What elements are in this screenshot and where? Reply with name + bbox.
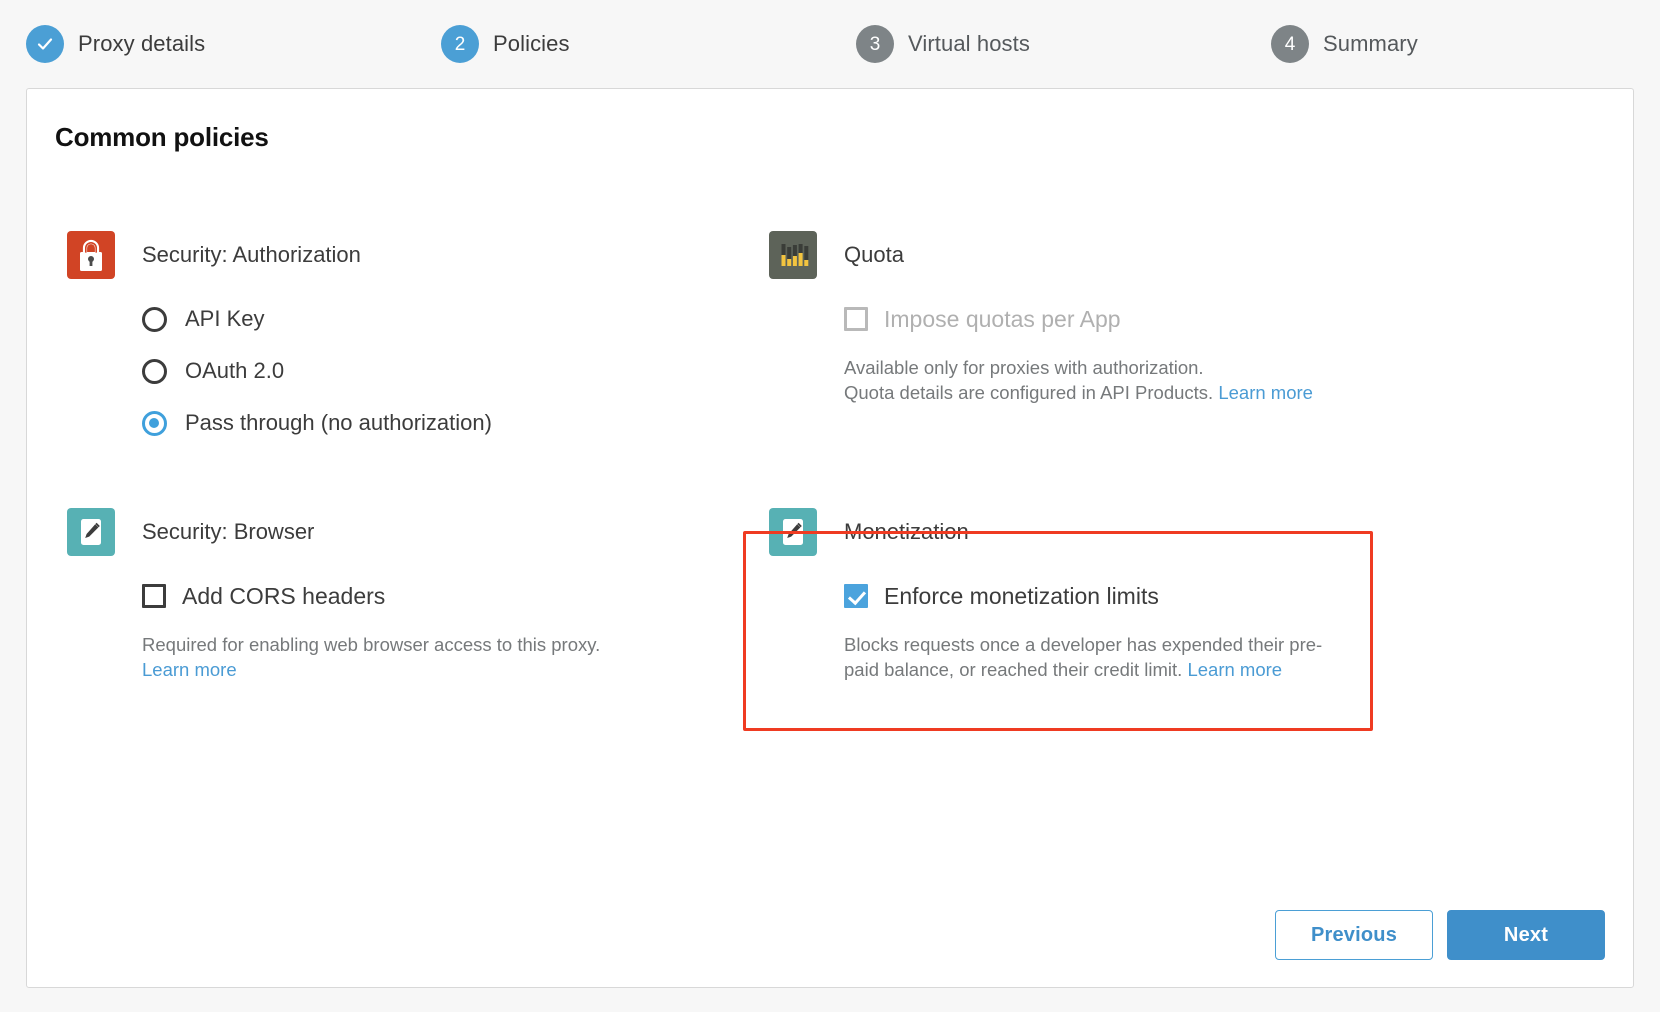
policies-card: Common policies Security: Authorization [26,88,1634,988]
step-2-badge: 2 [441,25,479,63]
step-1-label: Proxy details [78,31,205,57]
radio-option-oauth[interactable]: OAuth 2.0 [142,345,492,397]
policy-name: Monetization [844,519,969,545]
checkbox-indicator[interactable] [142,584,166,608]
step-3-badge: 3 [856,25,894,63]
browser-options: Add CORS headers Required for enabling w… [142,570,600,682]
policy-header: Monetization [769,508,1322,556]
monetization-learn-more-link[interactable]: Learn more [1187,659,1282,680]
policy-header: Security: Browser [67,508,600,556]
checkbox-label: Impose quotas per App [884,306,1121,333]
radio-option-pass-through[interactable]: Pass through (no authorization) [142,397,492,449]
step-3-label: Virtual hosts [908,31,1030,57]
authorization-options: API Key OAuth 2.0 Pass through (no autho… [142,293,492,449]
policy-name: Security: Browser [142,519,314,545]
checkbox-label: Enforce monetization limits [884,583,1159,610]
radio-indicator[interactable] [142,359,167,384]
checkbox-add-cors-headers[interactable]: Add CORS headers [142,570,600,622]
checkbox-indicator[interactable] [844,584,868,608]
quota-helper-line-2: Quota details are configured in API Prod… [844,382,1213,403]
next-button[interactable]: Next [1447,910,1605,960]
radio-option-api-key[interactable]: API Key [142,293,492,345]
policy-quota: Quota Impose quotas per App Available on… [769,231,1313,405]
bar-meter-icon [769,231,817,279]
radio-indicator[interactable] [142,411,167,436]
wizard-footer: Previous Next [1275,910,1605,960]
page-title: Common policies [55,122,1633,153]
radio-label: Pass through (no authorization) [185,410,492,436]
checkbox-label: Add CORS headers [182,583,385,610]
step-4-badge: 4 [1271,25,1309,63]
step-4-label: Summary [1323,31,1418,57]
policy-security-browser: Security: Browser Add CORS headers Requi… [67,508,600,682]
pencil-icon [67,508,115,556]
monetization-helper-text: Blocks requests once a developer has exp… [844,632,1322,682]
pencil-icon [769,508,817,556]
radio-indicator[interactable] [142,307,167,332]
monetization-helper-line-1: Blocks requests once a developer has exp… [844,634,1322,655]
policy-monetization: Monetization Enforce monetization limits… [769,508,1322,682]
radio-label: API Key [185,306,264,332]
quota-helper-line-1: Available only for proxies with authoriz… [844,357,1204,378]
quota-learn-more-link[interactable]: Learn more [1218,382,1313,403]
step-1-badge [26,25,64,63]
policy-header: Quota [769,231,1313,279]
previous-button[interactable]: Previous [1275,910,1433,960]
lock-icon [67,231,115,279]
policy-security-authorization: Security: Authorization API Key OAuth 2.… [67,231,492,449]
wizard-stepper: Proxy details 2 Policies 3 Virtual hosts… [0,0,1660,88]
browser-learn-more-link[interactable]: Learn more [142,659,237,680]
checkbox-enforce-monetization-limits[interactable]: Enforce monetization limits [844,570,1322,622]
step-virtual-hosts[interactable]: 3 Virtual hosts [830,25,1245,63]
step-proxy-details[interactable]: Proxy details [0,25,415,63]
browser-helper-line-1: Required for enabling web browser access… [142,634,600,655]
check-icon [35,34,55,54]
monetization-options: Enforce monetization limits Blocks reque… [844,570,1322,682]
radio-label: OAuth 2.0 [185,358,284,384]
quota-helper-text: Available only for proxies with authoriz… [844,355,1313,405]
monetization-helper-line-2: paid balance, or reached their credit li… [844,659,1182,680]
policy-name: Security: Authorization [142,242,361,268]
policy-header: Security: Authorization [67,231,492,279]
checkbox-indicator[interactable] [844,307,868,331]
quota-options: Impose quotas per App Available only for… [844,293,1313,405]
browser-helper-text: Required for enabling web browser access… [142,632,600,682]
step-summary[interactable]: 4 Summary [1245,25,1660,63]
step-2-label: Policies [493,31,570,57]
checkbox-impose-quotas-per-app[interactable]: Impose quotas per App [844,293,1313,345]
policy-name: Quota [844,242,904,268]
step-policies[interactable]: 2 Policies [415,25,830,63]
